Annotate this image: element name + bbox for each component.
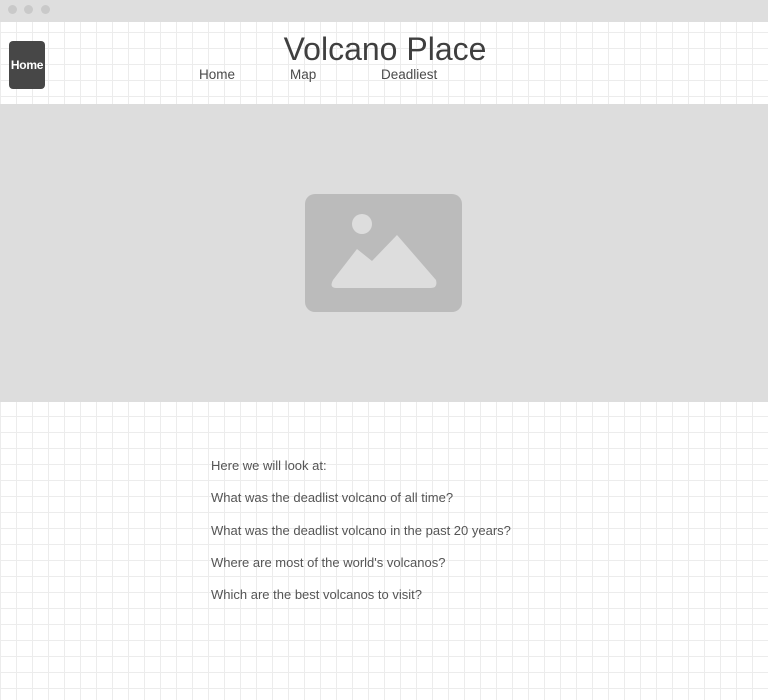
- intro-text: Here we will look at:: [211, 458, 327, 473]
- question-item: Where are most of the world's volcanos?: [211, 554, 446, 570]
- question-item: What was the deadlist volcano of all tim…: [211, 490, 454, 506]
- window-close-dot[interactable]: [8, 5, 17, 14]
- hero-image-placeholder: [0, 104, 768, 402]
- image-placeholder-icon: [305, 194, 462, 312]
- intro-section: Here we will look at: What was the deadl…: [211, 458, 511, 619]
- nav-link-deadliest[interactable]: Deadliest: [381, 67, 437, 83]
- nav-link-map[interactable]: Map: [290, 67, 316, 83]
- window-titlebar: [0, 0, 768, 22]
- question-item: What was the deadlist volcano in the pas…: [211, 522, 511, 538]
- window-minimize-dot[interactable]: [24, 5, 33, 14]
- nav-link-home[interactable]: Home: [199, 67, 235, 83]
- page-title: Volcano Place: [283, 31, 487, 67]
- question-item: Which are the best volcanos to visit?: [211, 587, 422, 603]
- window-maximize-dot[interactable]: [41, 5, 50, 14]
